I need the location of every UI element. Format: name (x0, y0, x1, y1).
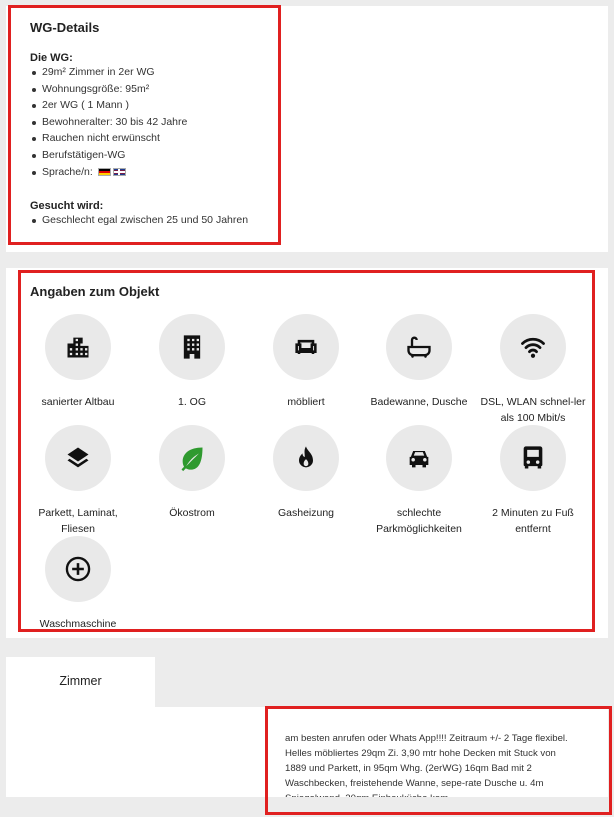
list-item: Berufstätigen-WG (30, 147, 187, 164)
list-item: Wohnungsgröße: 95m² (30, 81, 187, 98)
british-flag-icon (112, 167, 126, 176)
feature-moebliert: möbliert (249, 314, 363, 410)
floor-building-icon (183, 335, 201, 359)
feature-badewanne: Badewanne, Dusche (362, 314, 476, 410)
sofa-icon (295, 339, 317, 354)
feature-label: 2 Minuten zu Fuß entfernt (492, 507, 574, 535)
die-wg-label: Die WG: (30, 52, 73, 64)
feature-sanierter-altbau: sanierter Altbau (21, 314, 135, 410)
wg-details-title: WG-Details (30, 20, 100, 35)
german-flag-icon (97, 167, 111, 176)
wg-details-list: 29m² Zimmer in 2er WG Wohnungsgröße: 95m… (30, 64, 187, 180)
list-item: 29m² Zimmer in 2er WG (30, 64, 187, 81)
gesucht-label: Gesucht wird: (30, 200, 104, 212)
feature-label: Ökostrom (169, 507, 215, 519)
feature-internet: DSL, WLAN schnel-ler als 100 Mbit/s (476, 314, 590, 426)
gesucht-list: Geschlecht egal zwischen 25 und 50 Jahre… (30, 212, 248, 229)
list-item: Geschlecht egal zwischen 25 und 50 Jahre… (30, 212, 248, 229)
feature-waschmaschine: Waschmaschine (21, 536, 135, 632)
feature-floor: 1. OG (135, 314, 249, 410)
objekt-title: Angaben zum Objekt (30, 284, 160, 299)
bus-icon (523, 446, 543, 469)
layers-icon (67, 447, 89, 468)
feature-label: Waschmaschine (39, 618, 117, 630)
bathtub-icon (407, 336, 431, 359)
feature-label: Gasheizung (277, 507, 335, 519)
feature-label: Badewanne, Dusche (370, 396, 468, 408)
leaf-icon (181, 447, 203, 472)
list-item: Bewohneralter: 30 bis 42 Jahre (30, 114, 187, 131)
feature-parken: schlechte Parkmöglichkeiten (362, 425, 476, 537)
list-item: Rauchen nicht erwünscht (30, 130, 187, 147)
list-item-languages: Sprache/n: (30, 164, 187, 181)
feature-oekostrom: Ökostrom (135, 425, 249, 521)
tab-zimmer[interactable]: Zimmer (6, 657, 155, 707)
feature-label: DSL, WLAN schnel-ler als 100 Mbit/s (480, 396, 586, 424)
feature-boden: Parkett, Laminat, Fliesen (21, 425, 135, 537)
feature-label: schlechte Parkmöglichkeiten (376, 507, 462, 535)
flame-icon (299, 446, 313, 468)
list-item: 2er WG ( 1 Mann ) (30, 97, 187, 114)
feature-label: Parkett, Laminat, Fliesen (38, 507, 118, 535)
car-icon (409, 451, 429, 468)
feature-gasheizung: Gasheizung (249, 425, 363, 521)
plus-circle-icon (65, 556, 91, 582)
wifi-icon (521, 337, 545, 358)
building-icon (67, 337, 89, 358)
description-text: am besten anrufen oder Whats App!!!! Zei… (285, 733, 568, 797)
feature-label: sanierter Altbau (41, 396, 115, 408)
feature-oepnv: 2 Minuten zu Fuß entfernt (476, 425, 590, 537)
feature-label: möbliert (287, 396, 325, 408)
feature-label: 1. OG (177, 396, 206, 408)
